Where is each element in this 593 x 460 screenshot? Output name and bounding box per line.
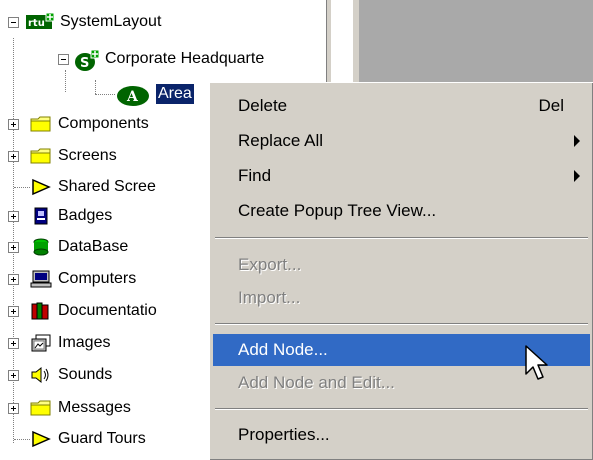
menu-separator [215,323,588,325]
site-s-icon: S [75,49,100,71]
tree-node-computers[interactable]: Computers [0,264,136,294]
menu-item-import: Import... [213,282,590,314]
folder-icon [30,147,52,165]
collapse-toggle[interactable] [8,17,19,28]
menu-item-delete[interactable]: Delete Del [213,90,590,122]
area-a-icon: A [116,85,150,106]
tree-node-database[interactable]: DataBase [0,232,128,262]
tree-node-messages[interactable]: Messages [0,393,131,423]
menu-item-replace-all[interactable]: Replace All [213,125,590,157]
menu-item-label: Create Popup Tree View... [238,201,437,220]
expand-toggle[interactable] [8,151,19,162]
menu-item-label: Replace All [238,131,324,150]
tree-node-corporate-headquarters[interactable]: S Corporate Headquarte [0,44,264,74]
play-arrow-icon [30,430,52,448]
svg-text:rtu: rtu [28,18,45,29]
speaker-icon [30,366,52,384]
tree-node-label: Area [156,84,194,104]
expand-toggle[interactable] [8,211,19,222]
tree-node-label: Screens [58,147,117,164]
database-icon [30,238,52,256]
tree-node-badges[interactable]: Badges [0,201,112,231]
expand-toggle[interactable] [8,242,19,253]
play-arrow-icon [30,178,52,196]
tree-node-documentatio[interactable]: Documentatio [0,296,157,326]
tree-node-label: Sounds [58,366,113,383]
tree-node-label: Guard Tours [58,430,146,447]
computer-icon [30,270,52,288]
menu-item-export: Export... [213,249,590,281]
tree-node-sounds[interactable]: Sounds [0,360,112,390]
tree-node-label: Badges [58,207,113,224]
folder-icon [30,399,52,417]
tree-node-guard-tours[interactable]: Guard Tours [0,424,146,454]
tree-node-screens[interactable]: Screens [0,141,117,171]
menu-item-create-popup-tree-view[interactable]: Create Popup Tree View... [213,195,590,227]
svg-text:A: A [126,89,139,105]
books-icon [30,302,52,320]
folder-icon [30,115,52,133]
expand-toggle[interactable] [8,274,19,285]
tree-node-components[interactable]: Components [0,109,149,139]
menu-item-label: Properties... [238,425,330,444]
submenu-arrow-icon [574,135,580,147]
menu-item-label: Find [238,166,272,185]
expand-toggle[interactable] [8,306,19,317]
expand-toggle[interactable] [8,403,19,414]
svg-text:S: S [80,56,89,71]
tree-node-label: Images [58,334,111,351]
tree-node-label: Corporate Headquarte [105,50,265,67]
menu-item-label: Delete [238,96,288,115]
mouse-pointer-icon [525,345,548,380]
tree-node-label: Shared Scree [58,178,156,195]
menu-item-label: Export... [238,255,302,274]
menu-item-properties[interactable]: Properties... [213,419,590,451]
tree-node-label: Computers [58,270,137,287]
tree-node-shared-scree[interactable]: Shared Scree [0,172,156,202]
images-icon [30,334,52,352]
menu-separator [215,237,588,239]
expand-toggle[interactable] [8,119,19,130]
menu-item-label: Import... [238,288,301,307]
tree-node-systemlayout[interactable]: rtu SystemLayout [0,7,161,37]
menu-item-find[interactable]: Find [213,160,590,192]
badge-icon [30,207,52,225]
tree-guide-line [14,187,30,189]
menu-item-label: Add Node... [238,340,328,359]
tree-node-label: Components [58,115,149,132]
tree-node-area[interactable]: A Area [0,79,194,109]
rtu-icon: rtu [26,12,55,31]
tree-node-images[interactable]: Images [0,328,110,358]
context-menu: Delete Del Replace All Find Create Popup… [209,82,593,460]
tree-node-label: DataBase [58,238,129,255]
expand-toggle[interactable] [8,370,19,381]
tree-guide-line [14,439,30,441]
submenu-arrow-icon [574,170,580,182]
expand-toggle[interactable] [8,338,19,349]
menu-item-shortcut: Del [538,96,564,115]
tree-node-label: Messages [58,399,131,416]
menu-item-label: Add Node and Edit... [238,373,395,392]
collapse-toggle[interactable] [58,54,69,65]
tree-node-label: Documentatio [58,302,157,319]
tree-node-label: SystemLayout [60,13,162,30]
menu-separator [215,408,588,410]
